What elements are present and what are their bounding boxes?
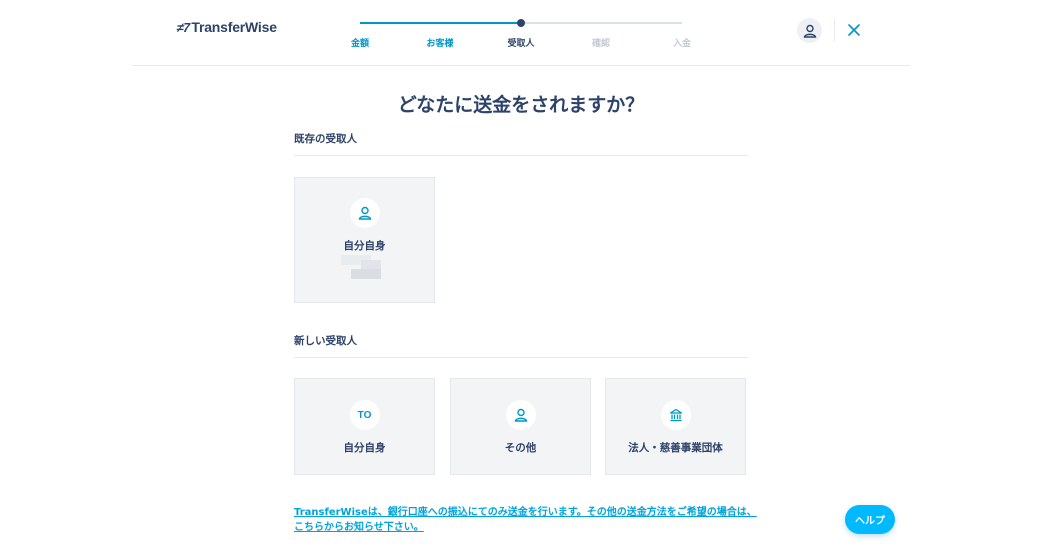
stepper-current-dot — [517, 19, 525, 27]
card-icon-circle — [349, 198, 380, 228]
section-divider — [294, 155, 748, 156]
user-icon — [358, 206, 371, 220]
to-icon-text: TO — [357, 409, 372, 421]
stepper-remaining-line — [521, 22, 682, 24]
progress-stepper: 金額 お客様 受取人 確認 入金 — [340, 14, 710, 54]
card-icon-circle — [505, 400, 536, 430]
existing-recipients-heading: 既存の受取人 — [294, 133, 357, 145]
close-button[interactable] — [846, 22, 862, 38]
other-methods-link[interactable]: TransferWiseは、銀行口座への振込にてのみ送金を行います。その他の送金… — [294, 505, 764, 535]
recipient-card-myself[interactable]: 自分自身 — [294, 177, 435, 303]
card-label: 自分自身 — [343, 442, 386, 454]
logo-mark: ≠7 — [175, 19, 191, 35]
new-recipient-other-card[interactable]: その他 — [450, 378, 591, 475]
new-recipients-heading: 新しい受取人 — [294, 335, 357, 347]
card-icon-circle — [660, 400, 691, 430]
bank-icon — [669, 408, 682, 422]
card-label: その他 — [504, 442, 537, 454]
user-icon — [514, 408, 527, 422]
new-recipient-myself-card[interactable]: TO 自分自身 — [294, 378, 435, 475]
recipient-name: 自分自身 — [343, 240, 386, 252]
to-icon: TO — [349, 400, 380, 430]
logo-text: TransferWise — [191, 19, 277, 35]
section-divider — [294, 357, 748, 358]
close-icon — [848, 24, 860, 36]
step-review: 確認 — [591, 39, 611, 49]
account-button[interactable] — [797, 18, 822, 43]
header-divider — [834, 19, 835, 41]
step-pay: 入金 — [672, 39, 692, 49]
blurred-account-details — [341, 255, 381, 281]
stepper-progress-line — [360, 22, 521, 24]
card-label: 法人・慈善事業団体 — [628, 442, 723, 454]
user-icon — [803, 24, 816, 38]
header-divider-line — [132, 65, 910, 66]
step-amount[interactable]: 金額 — [351, 36, 369, 49]
step-customer[interactable]: お客様 — [426, 36, 453, 49]
step-recipient[interactable]: 受取人 — [507, 36, 534, 49]
top-header: ≠7 TransferWise 金額 お客様 受取人 確認 入金 — [0, 0, 1042, 66]
transferwise-logo[interactable]: ≠7 TransferWise — [175, 19, 277, 35]
new-recipient-business-card[interactable]: 法人・慈善事業団体 — [605, 378, 746, 475]
page-title: どなたに送金をされますか？ — [397, 94, 645, 116]
help-button[interactable]: ヘルプ — [845, 505, 895, 534]
